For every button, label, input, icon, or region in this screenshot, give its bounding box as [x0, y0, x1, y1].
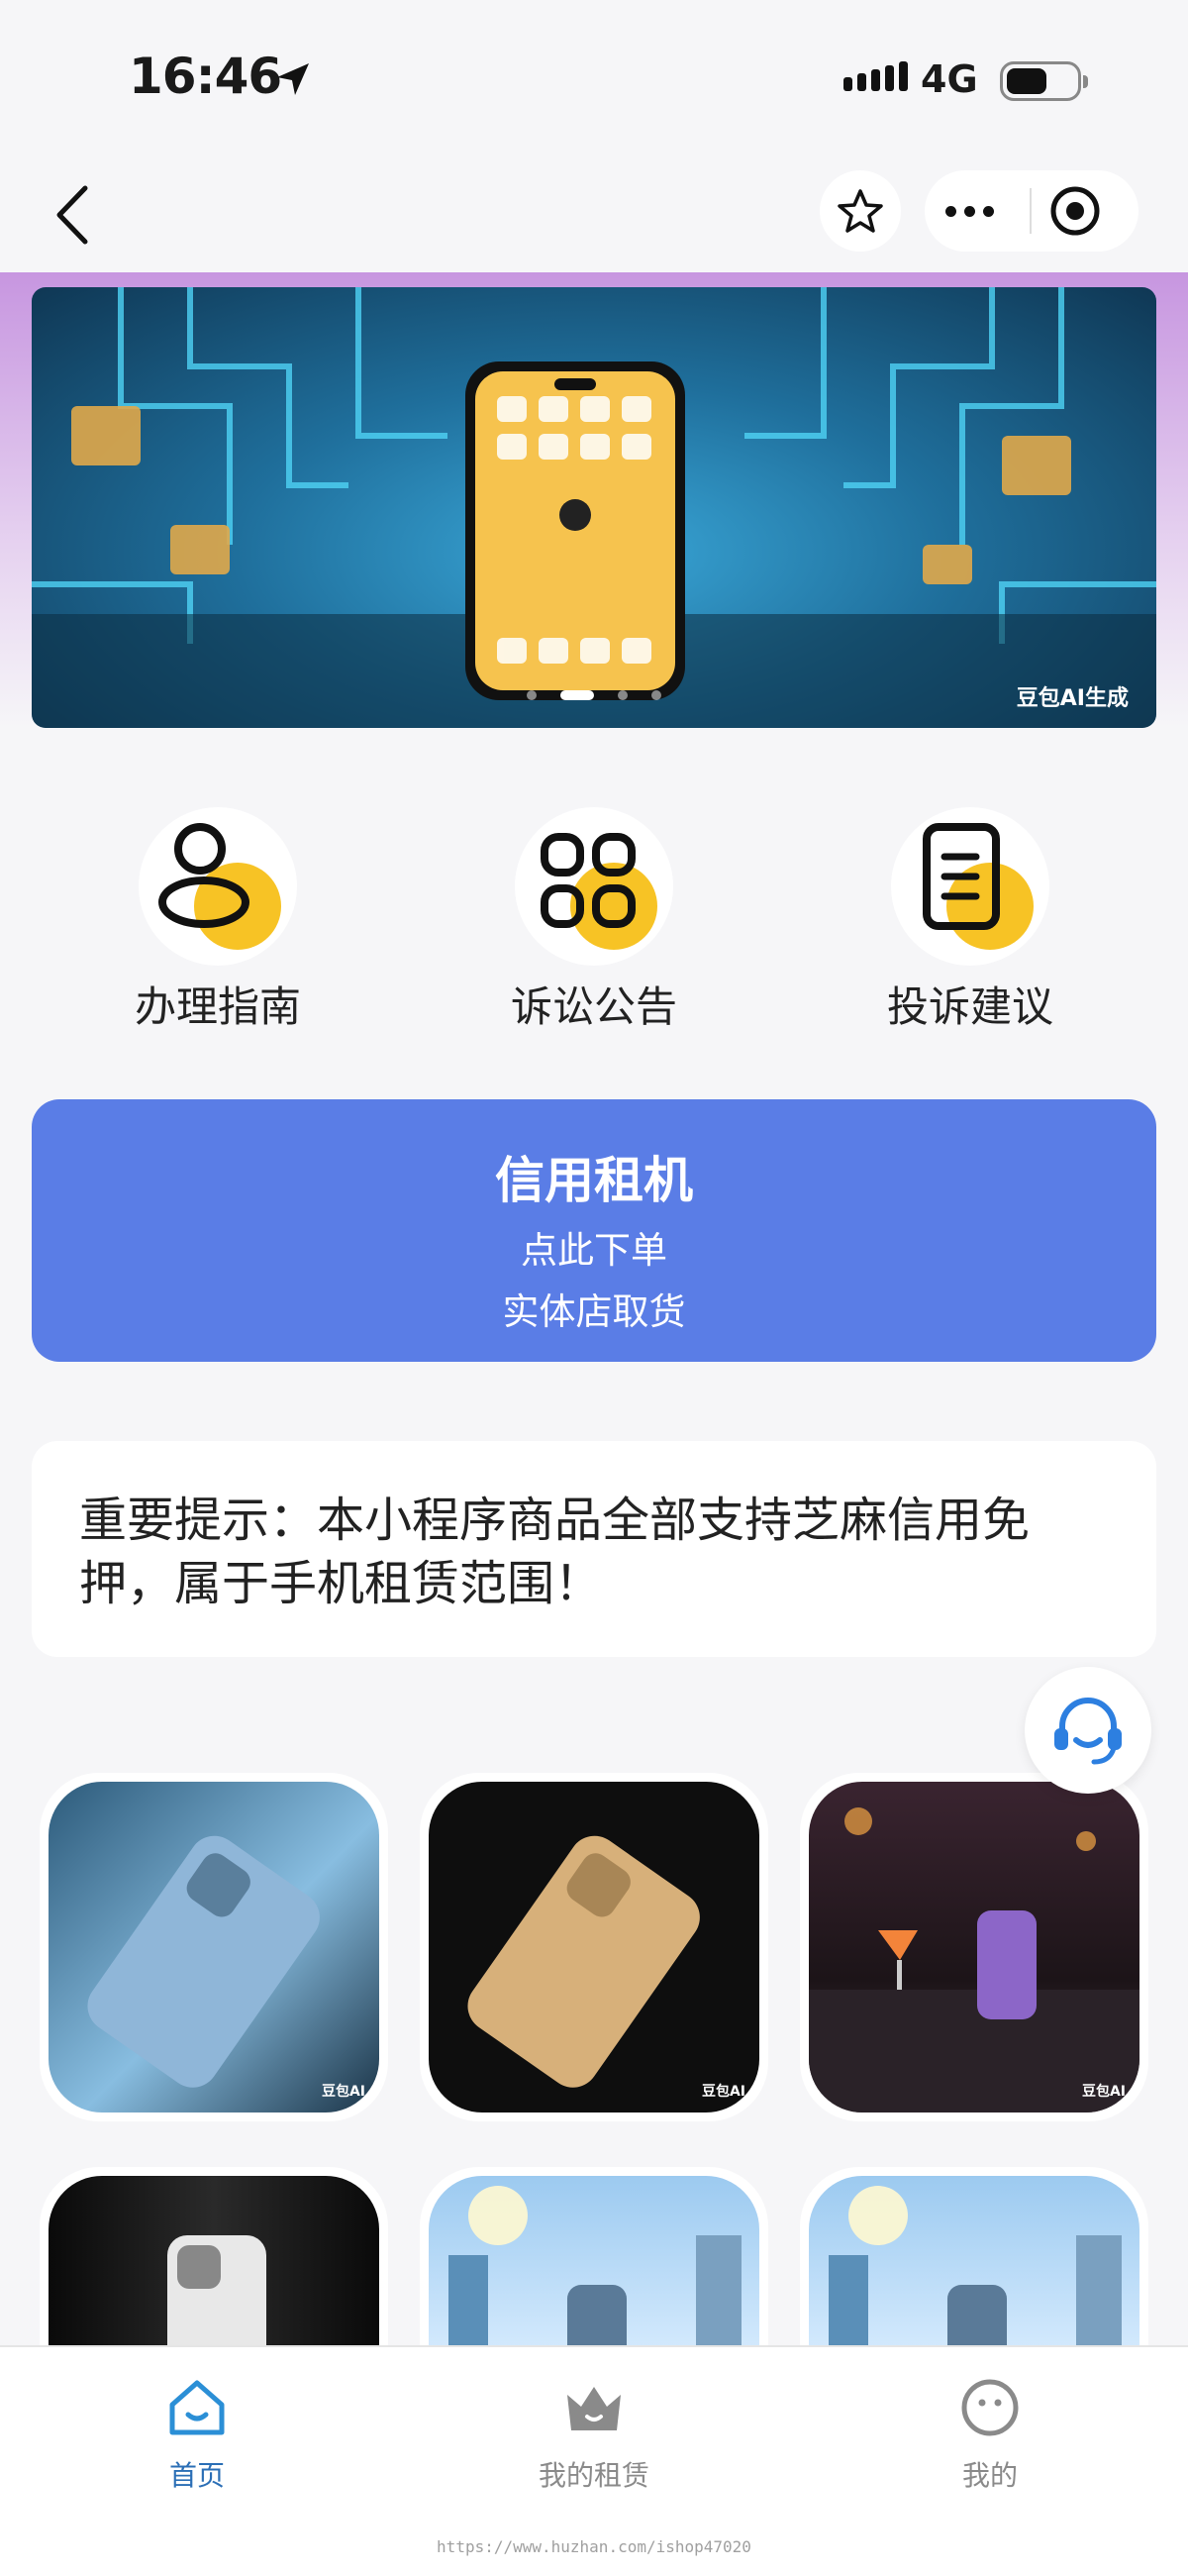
banner-section: 豆包AI生成 — [0, 272, 1188, 728]
cta-title: 信用租机 — [495, 1152, 693, 1209]
product-card[interactable]: 豆包AI — [40, 1773, 388, 2121]
customer-service-button[interactable] — [1025, 1667, 1151, 1794]
tab-label: 我的租赁 — [538, 2459, 649, 2492]
product-image: 豆包AI — [809, 1782, 1139, 2112]
battery-icon — [1000, 61, 1088, 101]
quick-nav-guide[interactable]: 办理指南 — [89, 807, 346, 1034]
quick-nav-label: 诉讼公告 — [510, 982, 677, 1031]
status-time: 16:46 — [129, 48, 282, 105]
tab-label: 首页 — [168, 2459, 225, 2492]
product-card[interactable]: 豆包AI — [420, 1773, 768, 2121]
banner-image — [32, 287, 1156, 728]
crown-icon — [567, 2387, 621, 2430]
product-image: 豆包AI — [49, 1782, 379, 2112]
quick-nav-label: 投诉建议 — [886, 982, 1053, 1031]
banner-carousel[interactable]: 豆包AI生成 — [32, 287, 1156, 728]
ai-tag: 豆包AI — [1081, 2084, 1126, 2100]
star-icon — [838, 189, 883, 233]
location-arrow-icon — [277, 63, 309, 95]
network-type: 4G — [921, 57, 978, 101]
product-card[interactable]: 豆包AI — [800, 1773, 1148, 2121]
smiley-icon — [961, 2379, 1019, 2436]
grid-apps-icon — [515, 807, 673, 966]
quick-nav-announcement[interactable]: 诉讼公告 — [465, 807, 723, 1034]
mini-program-header — [0, 158, 1188, 272]
signal-icon — [843, 61, 908, 91]
cta-line-1: 点此下单 — [521, 1229, 667, 1272]
product-image: 豆包AI — [429, 1782, 759, 2112]
tab-my-rentals[interactable]: 我的租赁 — [446, 2347, 742, 2494]
status-bar: 16:46 4G — [0, 0, 1188, 158]
capsule-menu — [925, 170, 1138, 252]
favorite-button[interactable] — [820, 170, 901, 252]
important-notice: 重要提示：本小程序商品全部支持芝麻信用免押，属于手机租赁范围！ — [32, 1441, 1156, 1657]
customer-service-icon — [1054, 1698, 1122, 1765]
document-icon — [891, 807, 1049, 966]
quick-nav-label: 办理指南 — [134, 982, 301, 1031]
person-guide-icon — [139, 807, 297, 966]
quick-nav-complaint[interactable]: 投诉建议 — [842, 807, 1099, 1034]
ai-tag: 豆包AI — [321, 2084, 365, 2100]
banner-watermark: 豆包AI生成 — [1016, 686, 1129, 711]
credit-rental-button[interactable]: 信用租机 点此下单 实体店取货 — [32, 1099, 1156, 1362]
capsule-divider — [1030, 188, 1032, 234]
footer-watermark-url: https://www.huzhan.com/ishop47020 — [437, 2537, 751, 2556]
more-dots-icon[interactable] — [925, 205, 1014, 217]
ai-tag: 豆包AI — [701, 2084, 745, 2100]
tab-home[interactable]: 首页 — [49, 2347, 346, 2494]
quick-nav: 办理指南 诉讼公告 投诉建议 — [0, 807, 1188, 1031]
home-icon — [169, 2380, 225, 2435]
tab-mine[interactable]: 我的 — [842, 2347, 1138, 2494]
cta-line-2: 实体店取货 — [502, 1290, 686, 1333]
tab-label: 我的 — [961, 2459, 1018, 2492]
record-circle-icon[interactable] — [1047, 183, 1103, 239]
chevron-left-icon[interactable] — [50, 180, 99, 250]
banner-pager — [32, 690, 1156, 700]
